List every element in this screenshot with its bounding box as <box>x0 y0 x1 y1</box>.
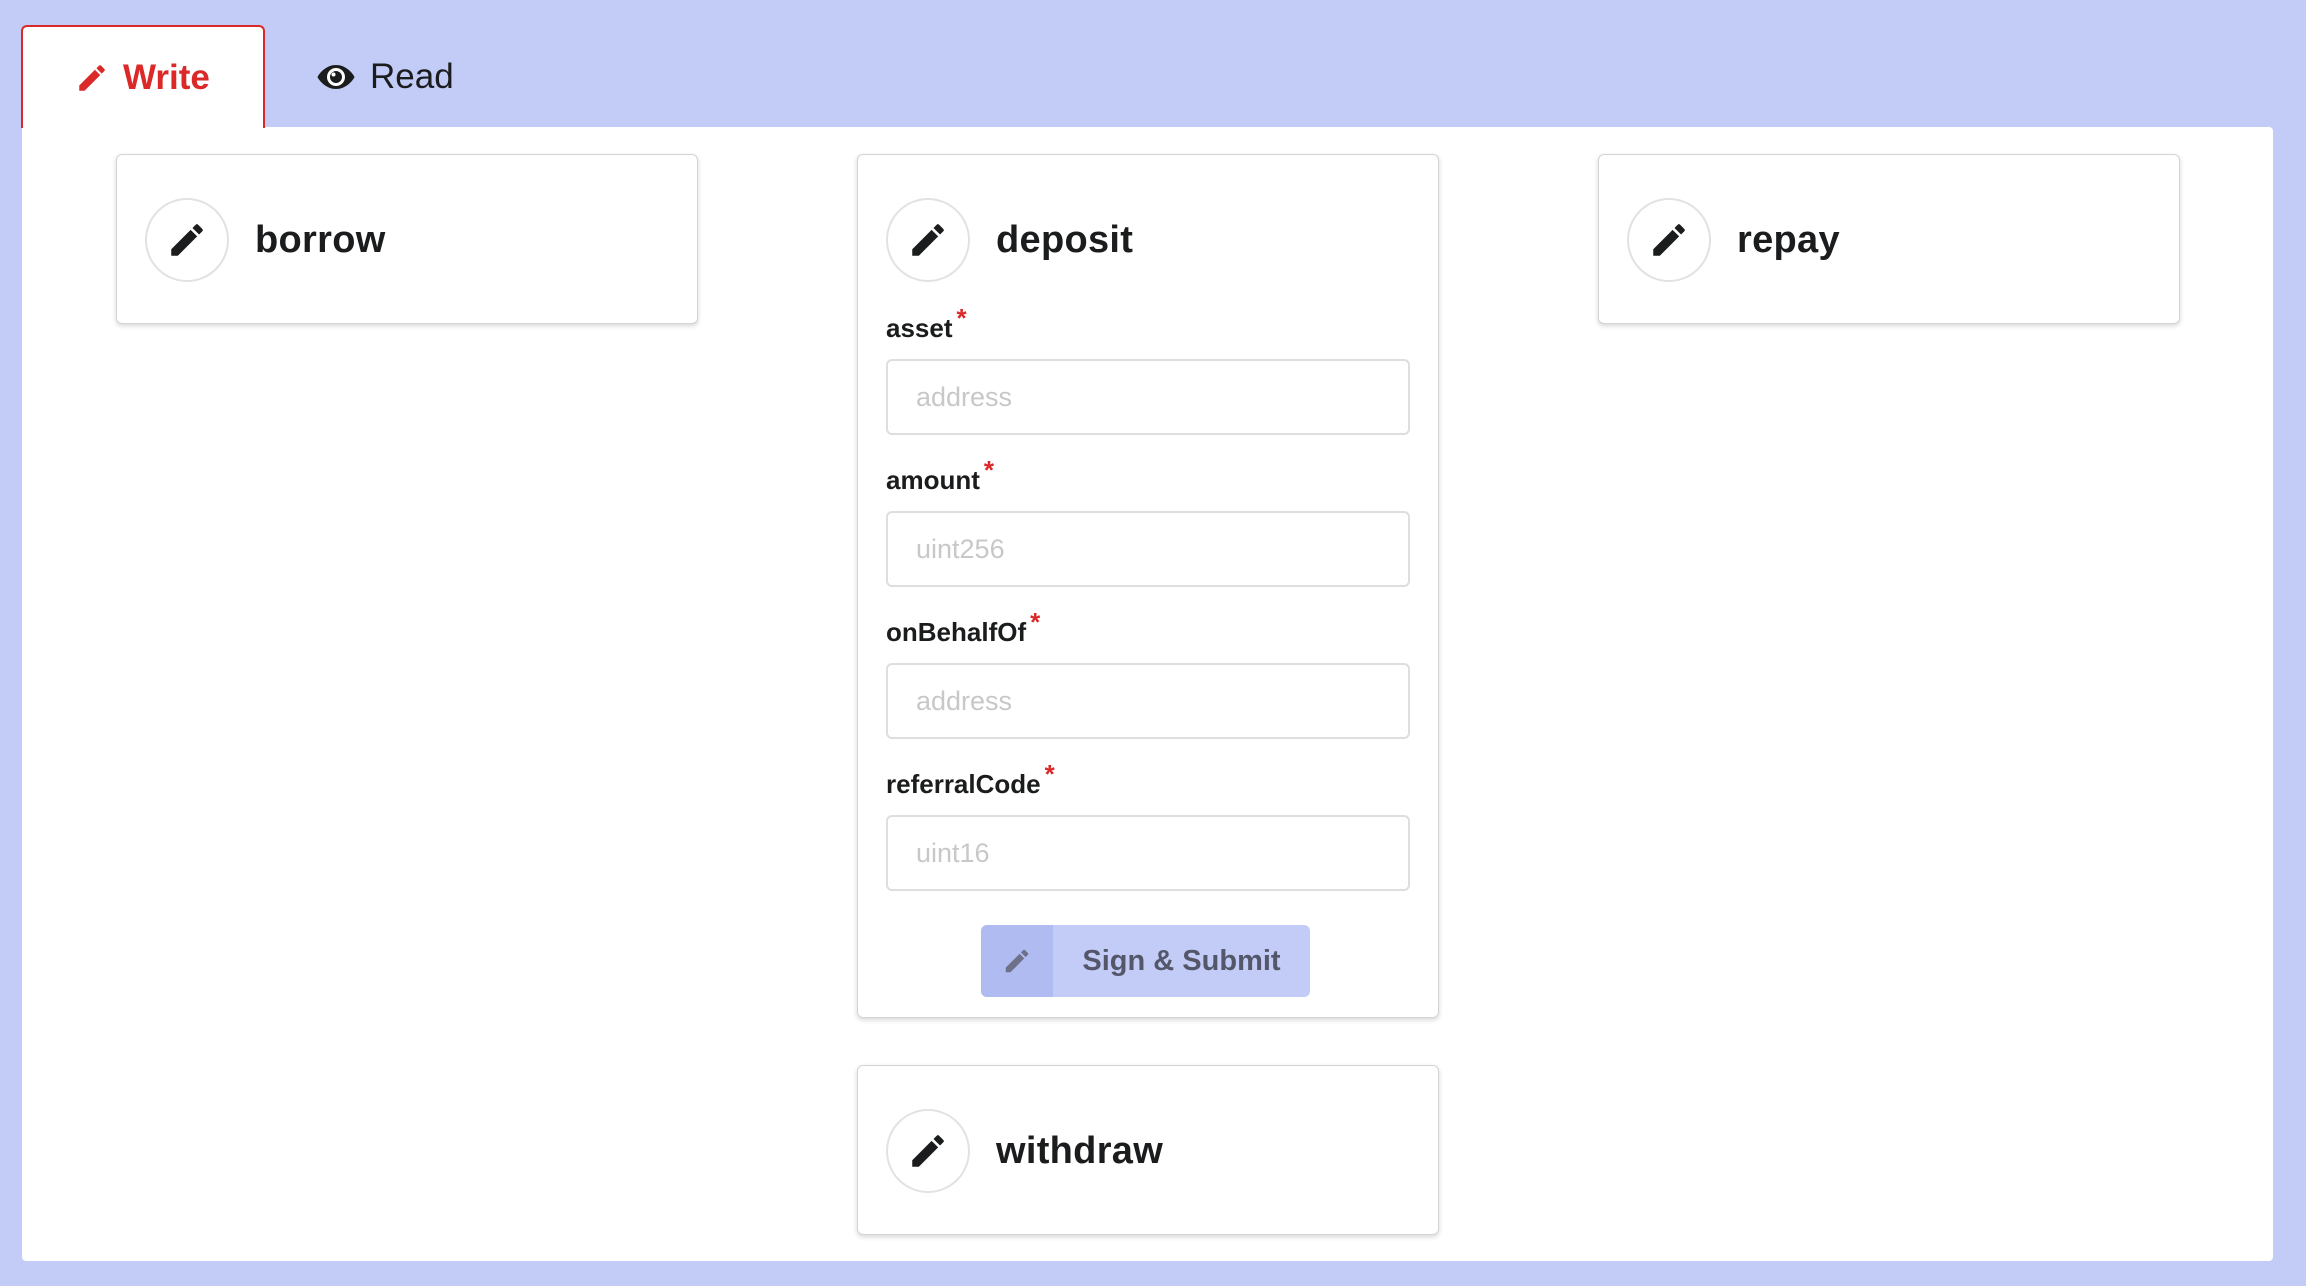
function-card-withdraw: withdraw <box>857 1065 1439 1235</box>
function-card-borrow: borrow <box>116 154 698 324</box>
function-name: repay <box>1737 218 1840 261</box>
eye-icon <box>316 63 356 91</box>
tab-read[interactable]: Read <box>300 25 454 128</box>
function-header-borrow[interactable]: borrow <box>145 198 386 282</box>
write-panel: borrow deposit asset* amount* onBehalfOf… <box>22 127 2273 1261</box>
pencil-icon <box>886 198 970 282</box>
pencil-icon <box>1627 198 1711 282</box>
required-marker: * <box>956 303 967 333</box>
field-label-amount: amount * <box>886 455 995 495</box>
function-name: withdraw <box>996 1129 1164 1172</box>
sign-submit-button[interactable]: Sign & Submit <box>981 925 1310 997</box>
required-marker: * <box>983 455 995 485</box>
field-label-referralcode: referralCode * <box>886 759 1055 799</box>
field-label-onbehalfof: onBehalfOf * <box>886 607 1041 647</box>
referralcode-input[interactable] <box>886 815 1410 891</box>
function-header-withdraw[interactable]: withdraw <box>886 1109 1163 1193</box>
function-name: borrow <box>255 218 386 261</box>
function-card-deposit: deposit asset* amount* onBehalfOf* refer… <box>857 154 1439 1018</box>
function-card-repay: repay <box>1598 154 2180 324</box>
field-label-asset: asset * <box>886 303 967 343</box>
required-marker: * <box>1044 759 1055 789</box>
amount-input[interactable] <box>886 511 1410 587</box>
tab-read-label: Read <box>370 56 454 96</box>
pencil-icon <box>981 925 1053 997</box>
pencil-icon <box>886 1109 970 1193</box>
tab-write[interactable]: Write <box>21 25 265 128</box>
pencil-icon <box>75 61 109 95</box>
tab-write-label: Write <box>123 57 210 97</box>
required-marker: * <box>1030 607 1041 637</box>
function-header-repay[interactable]: repay <box>1627 198 1840 282</box>
pencil-icon <box>145 198 229 282</box>
function-header-deposit[interactable]: deposit <box>886 198 1133 282</box>
onbehalfof-input[interactable] <box>886 663 1410 739</box>
sign-submit-label: Sign & Submit <box>1082 944 1281 977</box>
function-name: deposit <box>996 218 1134 261</box>
asset-input[interactable] <box>886 359 1410 435</box>
